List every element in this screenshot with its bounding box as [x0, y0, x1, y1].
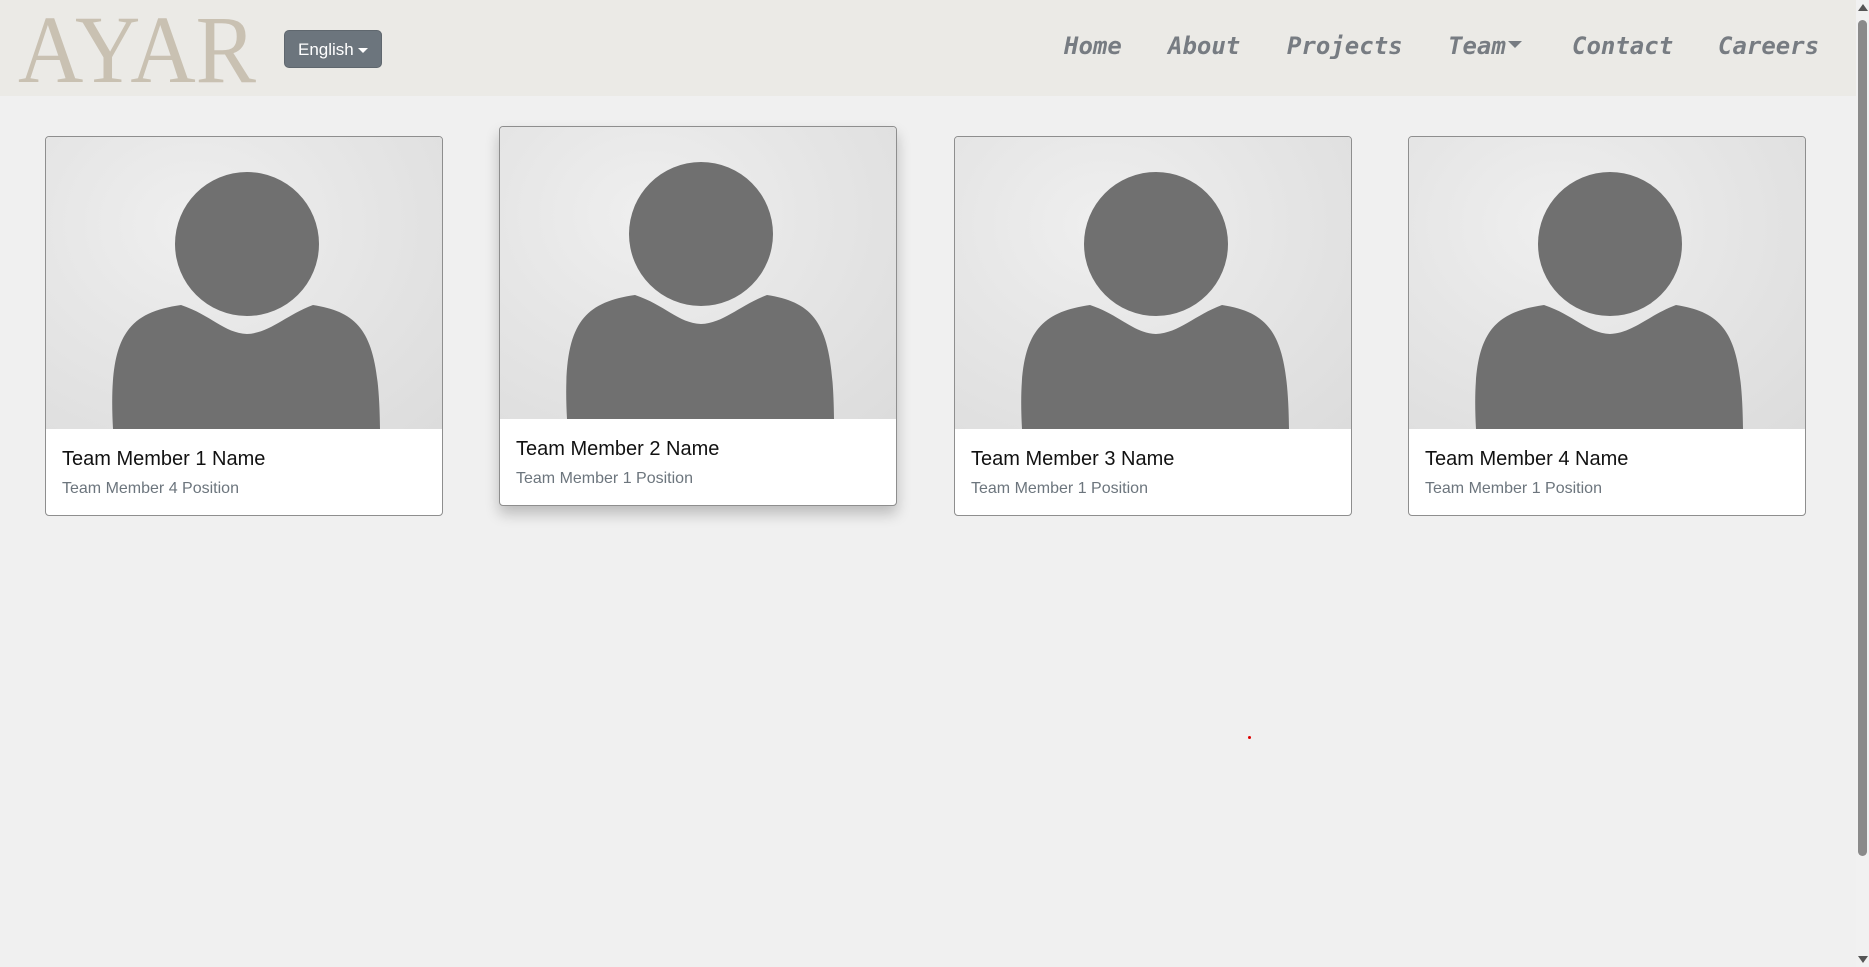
nav-link-contact[interactable]: Contact: [1572, 32, 1673, 60]
scroll-up-arrow-icon[interactable]: [1858, 4, 1868, 11]
scrollbar-thumb[interactable]: [1858, 20, 1867, 856]
ayar-logo[interactable]: AYAR: [18, 10, 258, 86]
nav-link-team[interactable]: Team: [1448, 32, 1522, 60]
team-member-card[interactable]: Team Member 2 Name Team Member 1 Positio…: [499, 126, 897, 506]
member-name: Team Member 1 Name: [62, 448, 266, 470]
cursor-dot: [1248, 736, 1251, 739]
avatar-placeholder: [1409, 137, 1805, 429]
team-member-card[interactable]: Team Member 4 Name Team Member 1 Positio…: [1408, 136, 1806, 516]
team-member-card[interactable]: Team Member 3 Name Team Member 1 Positio…: [954, 136, 1352, 516]
vertical-scrollbar[interactable]: [1856, 0, 1869, 967]
nav-link-about[interactable]: About: [1168, 32, 1240, 60]
language-dropdown-button[interactable]: English: [284, 30, 382, 68]
member-position: Team Member 1 Position: [516, 470, 693, 487]
avatar-placeholder: [500, 127, 896, 419]
member-position: Team Member 4 Position: [62, 480, 239, 497]
logo-wordmark: AYAR: [18, 10, 256, 86]
person-silhouette-icon: [1475, 172, 1743, 429]
member-position: Team Member 1 Position: [1425, 480, 1602, 497]
person-silhouette-icon: [566, 162, 834, 419]
nav-link-home[interactable]: Home: [1064, 32, 1122, 60]
scroll-down-arrow-icon[interactable]: [1858, 956, 1868, 963]
person-silhouette-icon: [1021, 172, 1289, 429]
avatar-placeholder: [955, 137, 1351, 429]
member-name: Team Member 2 Name: [516, 438, 720, 460]
nav-link-projects[interactable]: Projects: [1287, 32, 1403, 60]
language-label: English: [298, 40, 354, 59]
person-silhouette-icon: [112, 172, 380, 429]
member-name: Team Member 3 Name: [971, 448, 1175, 470]
team-member-card[interactable]: Team Member 1 Name Team Member 4 Positio…: [45, 136, 443, 516]
member-position: Team Member 1 Position: [971, 480, 1148, 497]
caret-down-icon: [1507, 41, 1522, 48]
navbar: AYAR English Home About Projects Team Co…: [0, 0, 1856, 96]
member-name: Team Member 4 Name: [1425, 448, 1629, 470]
nav-link-team-label: Team: [1448, 32, 1506, 60]
avatar-placeholder: [46, 137, 442, 429]
caret-down-icon: [357, 48, 368, 54]
nav-link-careers[interactable]: Careers: [1718, 32, 1819, 60]
